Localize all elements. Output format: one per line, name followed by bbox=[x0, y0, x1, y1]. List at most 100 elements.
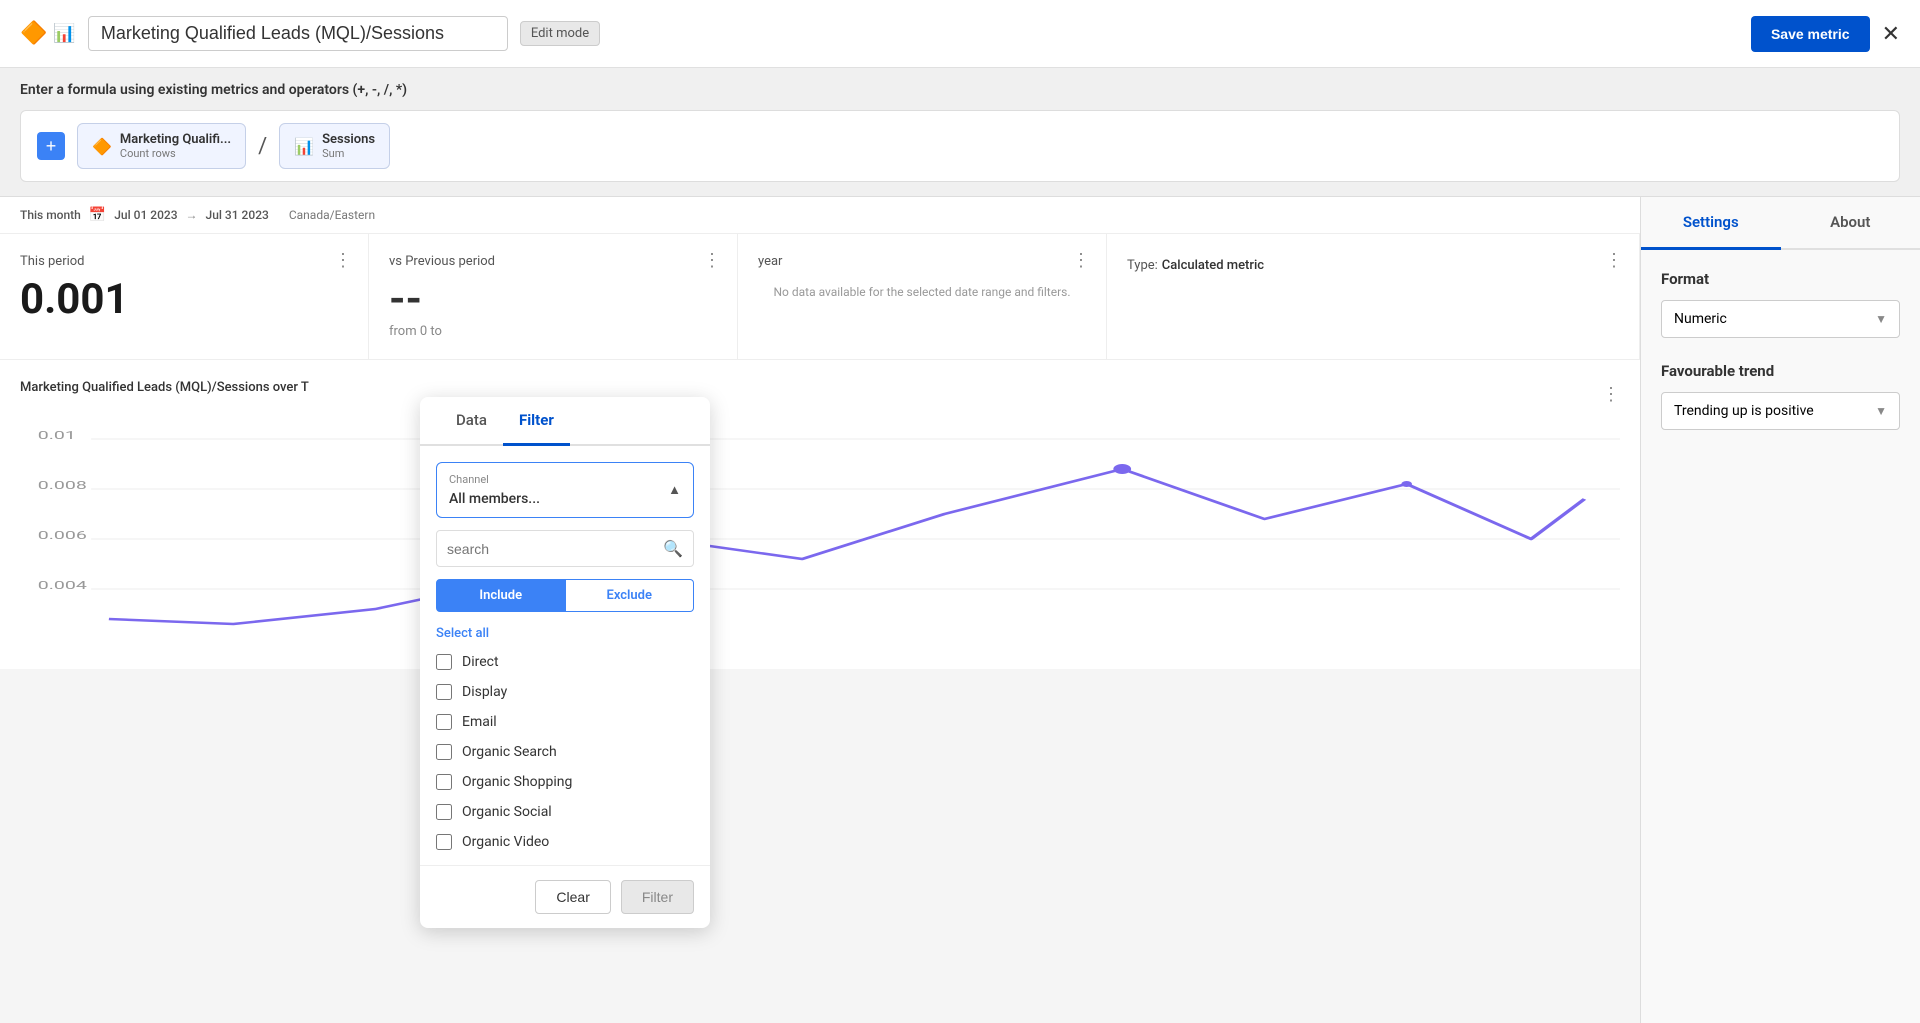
favourable-trend-title: Favourable trend bbox=[1661, 362, 1900, 380]
vs-previous-sub: from 0 to bbox=[389, 324, 717, 339]
formula-pills: + 🔶 Marketing Qualifi... Count rows / 📊 … bbox=[20, 110, 1900, 182]
exclude-button[interactable]: Exclude bbox=[566, 579, 695, 612]
filter-apply-button[interactable]: Filter bbox=[621, 880, 694, 914]
left-panel: This month 📅 Jul 01 2023 → Jul 31 2023 C… bbox=[0, 197, 1640, 1023]
favourable-trend-dropdown[interactable]: Trending up is positive ▼ bbox=[1661, 392, 1900, 430]
right-panel: Settings About Format Numeric ▼ Favourab… bbox=[1640, 197, 1920, 1023]
list-item[interactable]: Display bbox=[436, 677, 694, 707]
this-period-more[interactable]: ⋮ bbox=[334, 250, 352, 271]
hubspot-icon: 🔶 bbox=[20, 21, 47, 46]
close-button[interactable]: ✕ bbox=[1882, 21, 1900, 47]
channel-up-icon: ▲ bbox=[668, 482, 681, 498]
list-item[interactable]: Organic Search bbox=[436, 737, 694, 767]
format-section-title: Format bbox=[1661, 270, 1900, 288]
checkbox-display[interactable] bbox=[436, 684, 452, 700]
type-value: Calculated metric bbox=[1162, 258, 1264, 273]
metric-pill-1[interactable]: 🔶 Marketing Qualifi... Count rows bbox=[77, 123, 246, 169]
search-icon: 🔍 bbox=[663, 539, 683, 558]
favourable-trend-value: Trending up is positive bbox=[1674, 403, 1814, 419]
top-bar: 🔶 📊 Edit mode Save metric ✕ bbox=[0, 0, 1920, 68]
period-label: This month bbox=[20, 208, 81, 222]
right-tabs: Settings About bbox=[1641, 197, 1920, 250]
chart-more[interactable]: ⋮ bbox=[1602, 384, 1620, 405]
item-label-organic-video: Organic Video bbox=[462, 834, 549, 850]
chart-svg: 0.01 0.008 0.006 0.004 bbox=[20, 409, 1620, 649]
type-more[interactable]: ⋮ bbox=[1605, 250, 1623, 271]
list-item[interactable]: Organic Video bbox=[436, 827, 694, 857]
format-value: Numeric bbox=[1674, 311, 1727, 327]
search-input[interactable] bbox=[447, 541, 655, 557]
metric-title-input[interactable] bbox=[88, 16, 508, 51]
this-period-value: 0.001 bbox=[20, 275, 348, 324]
tab-filter[interactable]: Filter bbox=[503, 397, 570, 446]
pill2-icon: 📊 bbox=[294, 137, 314, 156]
list-item[interactable]: Organic Shopping bbox=[436, 767, 694, 797]
tab-about[interactable]: About bbox=[1781, 197, 1920, 250]
pill2-name: Sessions bbox=[322, 132, 375, 147]
formula-bar: Enter a formula using existing metrics a… bbox=[0, 68, 1920, 197]
pill2-sub: Sum bbox=[322, 147, 375, 160]
metric-pill-2[interactable]: 📊 Sessions Sum bbox=[279, 123, 390, 169]
format-dropdown[interactable]: Numeric ▼ bbox=[1661, 300, 1900, 338]
pill1-icon: 🔶 bbox=[92, 137, 112, 156]
top-bar-left: 🔶 📊 Edit mode bbox=[20, 16, 600, 51]
filter-popup-overlay: Data Filter Channel All members... ▲ 🔍 bbox=[420, 397, 710, 928]
svg-text:0.006: 0.006 bbox=[38, 529, 87, 542]
svg-text:0.004: 0.004 bbox=[38, 579, 87, 592]
popup-tabs: Data Filter bbox=[420, 397, 710, 446]
vs-previous-more[interactable]: ⋮ bbox=[703, 250, 721, 271]
item-label-organic-social: Organic Social bbox=[462, 804, 552, 820]
filter-popup: Data Filter Channel All members... ▲ 🔍 bbox=[420, 397, 710, 928]
type-card: Type: Calculated metric ⋮ bbox=[1107, 234, 1640, 359]
include-button[interactable]: Include bbox=[436, 579, 566, 612]
this-period-card: This period 0.001 ⋮ bbox=[0, 234, 369, 359]
svg-text:0.008: 0.008 bbox=[38, 479, 87, 492]
formula-label: Enter a formula using existing metrics a… bbox=[20, 82, 1900, 98]
checkbox-organic-social[interactable] bbox=[436, 804, 452, 820]
checkbox-organic-search[interactable] bbox=[436, 744, 452, 760]
checkbox-list: Direct Display Email Organic Search bbox=[420, 647, 710, 857]
search-box: 🔍 bbox=[436, 530, 694, 567]
channel-label: Channel bbox=[449, 473, 540, 486]
vs-previous-title: vs Previous period bbox=[389, 254, 717, 269]
checkbox-email[interactable] bbox=[436, 714, 452, 730]
year-title: year bbox=[758, 254, 1086, 269]
main-content: This month 📅 Jul 01 2023 → Jul 31 2023 C… bbox=[0, 197, 1920, 1023]
timezone-label: Canada/Eastern bbox=[289, 208, 375, 222]
date-start: Jul 01 2023 bbox=[114, 208, 177, 222]
filter-toggle: Include Exclude bbox=[436, 579, 694, 612]
popup-footer: Clear Filter bbox=[420, 865, 710, 928]
item-label-organic-search: Organic Search bbox=[462, 744, 557, 760]
calendar-icon: 📅 bbox=[89, 207, 106, 223]
list-item[interactable]: Email bbox=[436, 707, 694, 737]
vs-previous-card: vs Previous period -- from 0 to ⋮ bbox=[369, 234, 738, 359]
type-label: Type: bbox=[1127, 258, 1158, 273]
select-all[interactable]: Select all bbox=[420, 620, 710, 647]
right-content: Format Numeric ▼ Favourable trend Trendi… bbox=[1641, 250, 1920, 474]
save-metric-button[interactable]: Save metric bbox=[1751, 16, 1870, 52]
clear-button[interactable]: Clear bbox=[535, 880, 610, 914]
hubspot-logo: 🔶 📊 bbox=[20, 21, 76, 46]
channel-value: All members... bbox=[449, 491, 540, 507]
this-period-title: This period bbox=[20, 254, 348, 269]
chart-title: Marketing Qualified Leads (MQL)/Sessions… bbox=[20, 380, 309, 395]
checkbox-organic-shopping[interactable] bbox=[436, 774, 452, 790]
chart-icon: 📊 bbox=[53, 23, 75, 44]
chart-area: Marketing Qualified Leads (MQL)/Sessions… bbox=[0, 360, 1640, 669]
channel-select[interactable]: Channel All members... ▲ bbox=[436, 462, 694, 518]
pill1-name: Marketing Qualifi... bbox=[120, 132, 231, 147]
tab-settings[interactable]: Settings bbox=[1641, 197, 1781, 250]
date-bar: This month 📅 Jul 01 2023 → Jul 31 2023 C… bbox=[0, 197, 1640, 234]
list-item[interactable]: Direct bbox=[436, 647, 694, 677]
item-label-organic-shopping: Organic Shopping bbox=[462, 774, 572, 790]
year-more[interactable]: ⋮ bbox=[1072, 250, 1090, 271]
item-label-direct: Direct bbox=[462, 654, 499, 670]
checkbox-direct[interactable] bbox=[436, 654, 452, 670]
list-item[interactable]: Organic Social bbox=[436, 797, 694, 827]
add-metric-button[interactable]: + bbox=[37, 132, 65, 160]
checkbox-organic-video[interactable] bbox=[436, 834, 452, 850]
tab-data[interactable]: Data bbox=[440, 397, 503, 446]
format-dropdown-arrow: ▼ bbox=[1875, 312, 1887, 326]
formula-operator: / bbox=[258, 134, 267, 159]
favourable-trend-arrow: ▼ bbox=[1875, 404, 1887, 418]
